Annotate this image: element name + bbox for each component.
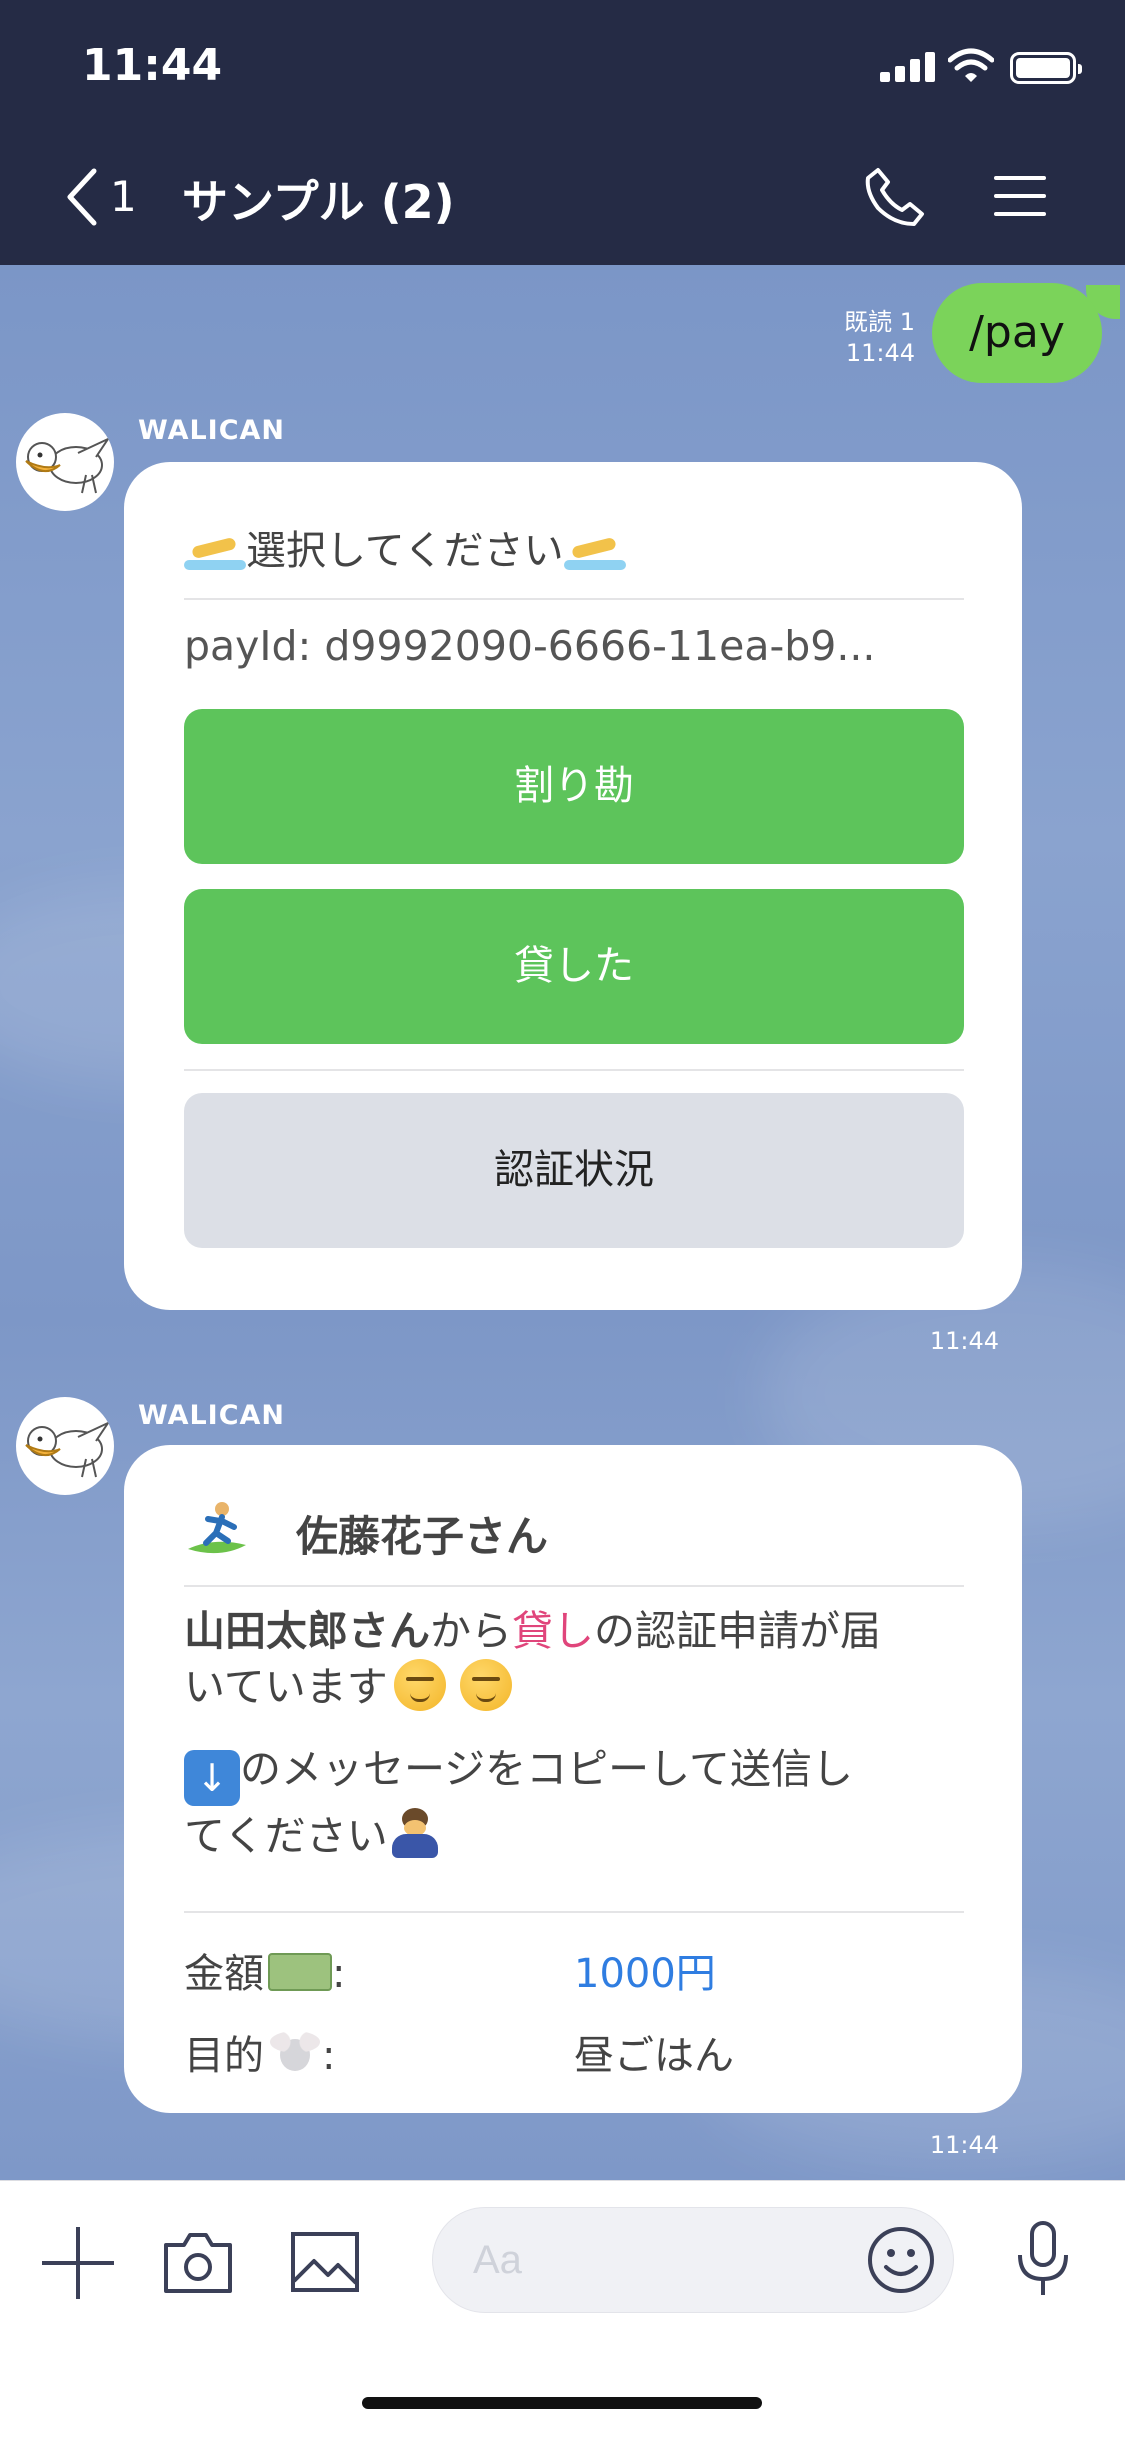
request-text-line2: いています bbox=[184, 1663, 388, 1711]
surfer-icon bbox=[188, 1502, 246, 1554]
smirk-icon bbox=[459, 1659, 512, 1711]
image-icon[interactable] bbox=[290, 2231, 360, 2293]
amount-value[interactable]: 1000円 bbox=[574, 1941, 716, 1999]
swimmer-icon bbox=[563, 534, 626, 572]
signal-icon bbox=[880, 52, 936, 82]
chat-area[interactable]: 既読 1 11:44 /pay WALICAN 選択してください payId: … bbox=[0, 265, 1125, 2180]
pay-menu-card: 選択してください payId: d9992090-6666-11ea-b9...… bbox=[124, 462, 1022, 1310]
menu-icon[interactable] bbox=[994, 174, 1046, 218]
status-time: 11:44 bbox=[82, 40, 223, 91]
instruction-line1: のメッセージをコピーして送信し bbox=[240, 1745, 853, 1793]
chat-header: 1 サンプル (2) bbox=[0, 130, 1125, 265]
camera-icon[interactable] bbox=[162, 2229, 234, 2295]
instruction-text: ↓ のメッセージをコピーして送信し てください bbox=[184, 1741, 964, 1864]
emoji-icon[interactable] bbox=[866, 2225, 936, 2295]
swimmer-icon bbox=[184, 534, 246, 572]
phone-icon[interactable] bbox=[864, 166, 926, 228]
auth-status-button[interactable]: 認証状況 bbox=[184, 1093, 964, 1248]
requester-name: 山田太郎さん bbox=[184, 1607, 430, 1655]
purpose-label-colon: : bbox=[322, 2033, 336, 2079]
sender-name: WALICAN bbox=[138, 415, 286, 446]
amount-label-colon: : bbox=[332, 1951, 346, 1997]
divider bbox=[184, 598, 964, 600]
home-indicator[interactable] bbox=[362, 2397, 762, 2409]
back-chevron-icon[interactable] bbox=[62, 167, 102, 227]
wifi-icon bbox=[948, 48, 994, 82]
purpose-label: 目的: bbox=[184, 2023, 335, 2081]
sender-name: WALICAN bbox=[138, 1400, 286, 1431]
message-time: 11:44 bbox=[929, 1327, 999, 1355]
divider bbox=[184, 1069, 964, 1071]
message-input-bar: Aa bbox=[0, 2180, 1125, 2437]
plus-icon[interactable] bbox=[42, 2227, 114, 2299]
battery-icon bbox=[1010, 52, 1082, 84]
pelican-icon bbox=[25, 1420, 111, 1478]
money-icon bbox=[268, 1953, 332, 1991]
card-title: 選択してください bbox=[184, 518, 626, 576]
amount-label-text: 金額 bbox=[184, 1951, 264, 1997]
card-title-text: 選択してください bbox=[246, 528, 564, 574]
my-message-bubble[interactable]: /pay bbox=[932, 283, 1102, 383]
pay-id: payId: d9992090-6666-11ea-b9... bbox=[184, 622, 876, 670]
divider bbox=[184, 1585, 964, 1587]
recipient-name: 佐藤花子さん bbox=[296, 1512, 549, 1561]
chat-title: サンプル (2) bbox=[182, 175, 455, 229]
status-bar: 11:44 bbox=[0, 0, 1125, 130]
request-text-rest: の認証申請が届 bbox=[594, 1607, 881, 1655]
bot-avatar[interactable] bbox=[16, 413, 114, 511]
auth-request-card: 佐藤花子さん 山田太郎さんから貸しの認証申請が届 いています ↓ のメッセージをコ… bbox=[124, 1445, 1022, 2113]
split-button[interactable]: 割り勘 bbox=[184, 709, 964, 864]
lent-button[interactable]: 貸した bbox=[184, 889, 964, 1044]
bot-avatar[interactable] bbox=[16, 1397, 114, 1495]
request-text: 山田太郎さんから貸しの認証申請が届 いています bbox=[184, 1603, 964, 1715]
read-label: 既読 1 bbox=[844, 308, 915, 336]
purpose-label-text: 目的 bbox=[184, 2033, 264, 2079]
down-arrow-icon: ↓ bbox=[184, 1750, 240, 1806]
sent-time: 11:44 bbox=[845, 339, 915, 367]
mouse-icon bbox=[268, 2029, 322, 2077]
divider bbox=[184, 1911, 964, 1913]
unread-count[interactable]: 1 bbox=[110, 172, 137, 221]
amount-label: 金額: bbox=[184, 1941, 345, 1999]
from-word: から bbox=[430, 1607, 512, 1655]
message-time: 11:44 bbox=[929, 2131, 999, 2159]
pelican-icon bbox=[25, 436, 111, 494]
purpose-value: 昼ごはん bbox=[574, 2033, 734, 2079]
smirk-icon bbox=[393, 1659, 446, 1711]
bowing-person-icon bbox=[388, 1806, 442, 1860]
instruction-line2: てください bbox=[184, 1812, 388, 1860]
microphone-icon[interactable] bbox=[1010, 2219, 1076, 2299]
read-receipt: 既読 1 11:44 bbox=[844, 307, 915, 369]
request-kind: 貸し bbox=[512, 1607, 594, 1655]
